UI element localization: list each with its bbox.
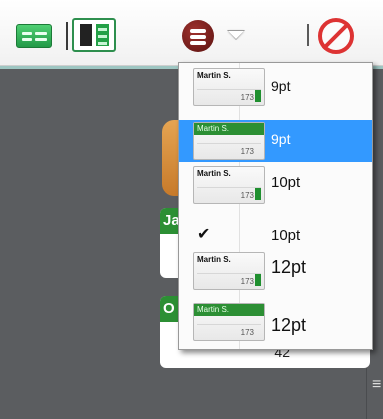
menu-item-12pt-white[interactable]: Martin S. 173 12pt <box>179 250 372 300</box>
font-size-dropdown: Martin S. 173 9pt Martin S. 173 9pt Mart… <box>178 62 373 350</box>
checkmark-icon: ✔ <box>197 226 211 243</box>
thumb-value: 173 <box>240 277 254 286</box>
menu-item-12pt-green[interactable]: Martin S. 173 12pt <box>179 303 372 349</box>
menu-item-label: 12pt <box>271 315 307 335</box>
thumb-value: 173 <box>240 328 254 337</box>
scroll-icon: ≡ <box>372 376 382 393</box>
menu-item-10pt-checked[interactable]: ✔ 10pt <box>179 216 372 254</box>
layout-split-icon[interactable] <box>72 18 116 52</box>
menu-item-label: 9pt <box>271 131 291 147</box>
hamburger-circle-icon[interactable] <box>182 20 214 52</box>
thumb-name: Martin S. <box>194 304 264 316</box>
thumb-name: Martin S. <box>197 71 231 80</box>
menu-item-label: 12pt <box>271 257 307 277</box>
card-preview-thumbnail: Martin S. 173 <box>193 166 265 204</box>
thumb-value: 173 <box>240 191 254 200</box>
card-preview-thumbnail: Martin S. 173 <box>193 122 265 160</box>
menu-item-label: 9pt <box>271 78 291 94</box>
toolbar-divider <box>307 24 309 46</box>
thumb-name: Martin S. <box>197 255 231 264</box>
thumb-name: Martin S. <box>197 169 231 178</box>
thumb-value: 173 <box>240 93 254 102</box>
layout-rows-icon[interactable] <box>16 24 52 48</box>
menu-item-10pt-white[interactable]: Martin S. 173 10pt <box>179 164 372 212</box>
chevron-down-icon[interactable] <box>228 31 244 39</box>
toolbar-divider <box>66 22 68 50</box>
card-preview-thumbnail: Martin S. 173 <box>193 68 265 106</box>
menu-item-9pt-white[interactable]: Martin S. 173 9pt <box>179 63 372 116</box>
thumb-value: 173 <box>240 147 254 156</box>
prohibited-icon[interactable] <box>318 18 354 54</box>
thumb-name: Martin S. <box>194 123 264 135</box>
toolbar <box>0 0 383 66</box>
card-preview-thumbnail: Martin S. 173 <box>193 252 265 290</box>
menu-item-9pt-green[interactable]: Martin S. 173 9pt <box>179 120 372 162</box>
card-preview-thumbnail: Martin S. 173 <box>193 303 265 341</box>
menu-item-label: 10pt <box>271 227 301 244</box>
menu-item-label: 10pt <box>271 174 301 191</box>
